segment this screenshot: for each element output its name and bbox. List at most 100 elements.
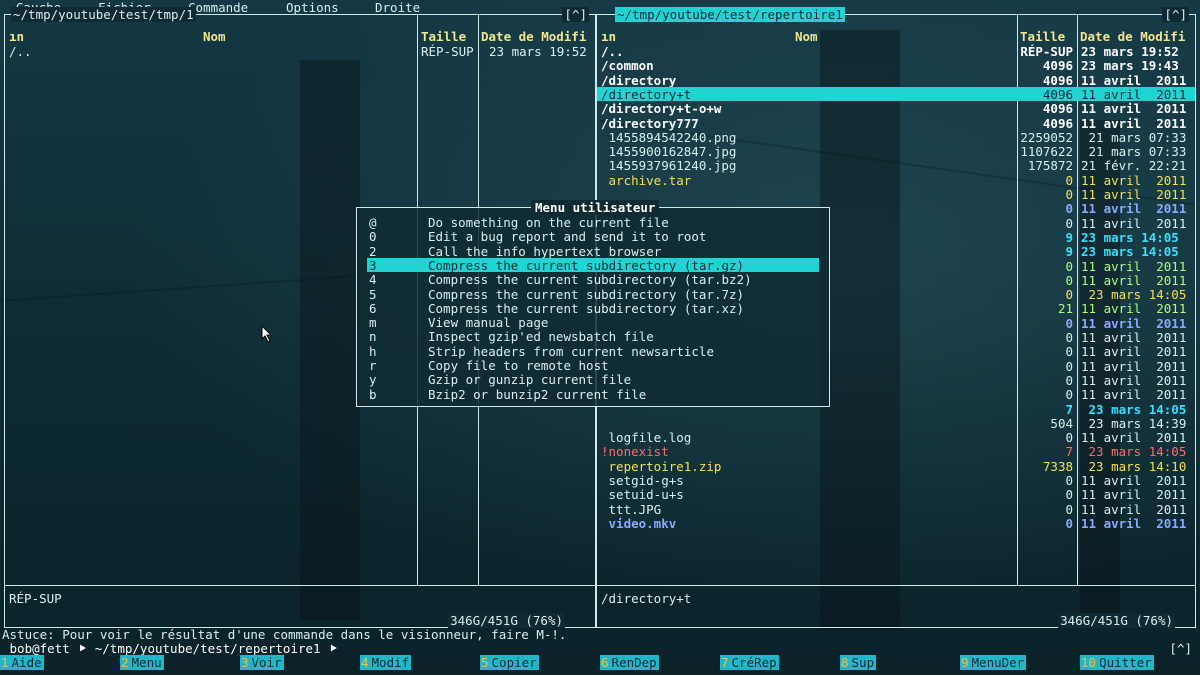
user-menu-item[interactable]: m View manual page xyxy=(367,315,819,330)
right-header-name[interactable]: Nom xyxy=(795,29,818,44)
user-menu-item[interactable]: 2 Call the info hypertext browser xyxy=(367,243,819,259)
file-row[interactable]: /.. RÉP-SUP 23 mars 19:52 xyxy=(5,44,595,59)
user-menu-item[interactable]: b Bzip2 or bunzip2 current file xyxy=(367,386,819,402)
file-date: 11 avril 2011 xyxy=(1081,187,1187,202)
menu-droite[interactable]: Droite xyxy=(375,0,420,15)
file-size: 2259052 xyxy=(1020,129,1073,145)
right-header-sort[interactable]: ın xyxy=(601,29,616,44)
file-name: /directory+t-o+w xyxy=(601,101,722,117)
fkey-label: CréRep xyxy=(729,655,779,670)
file-name: /directory+t xyxy=(601,86,692,102)
file-row[interactable]: 1455937961240.jpg 175872 21 févr. 22:21 xyxy=(597,158,1195,173)
menu-options[interactable]: Options xyxy=(286,0,339,15)
file-size: 1107622 xyxy=(1020,144,1073,160)
file-row[interactable]: ttt.JPG 0 11 avril 2011 xyxy=(597,502,1195,517)
file-row[interactable]: logfile.log 0 11 avril 2011 xyxy=(597,430,1195,446)
user-menu-item[interactable]: r Copy file to remote host xyxy=(367,358,819,373)
left-disk-usage: 346G/451G (76%) xyxy=(448,613,565,628)
fkey-sup[interactable]: 8 Sup xyxy=(840,655,960,671)
file-name: /common xyxy=(601,58,654,74)
fkey-crérep[interactable]: 7 CréRep xyxy=(720,655,840,671)
fkey-label: Sup xyxy=(849,655,877,670)
file-row[interactable]: /directory777 4096 11 avril 2011 xyxy=(597,116,1195,131)
file-size: 7338 xyxy=(1042,458,1073,474)
file-date: 11 avril 2011 xyxy=(1081,372,1187,388)
user-menu-item[interactable]: 5 Compress the current subdirectory (tar.… xyxy=(367,287,819,302)
menu-commande[interactable]: Commande xyxy=(188,0,248,15)
user-menu-item[interactable]: y Gzip or gunzip current file xyxy=(367,372,819,388)
user-menu-hotkey: 2 xyxy=(369,243,377,259)
user-menu-item[interactable]: @ Do something on the current file xyxy=(367,215,819,230)
file-size: 0 xyxy=(1065,172,1073,188)
user-menu-item[interactable]: 6 Compress the current subdirectory (tar.… xyxy=(367,301,819,316)
file-row[interactable]: /directory+t 4096 11 avril 2011 xyxy=(597,86,1195,102)
file-row[interactable]: archive.tar 0 11 avril 2011 xyxy=(597,172,1195,188)
user-menu-hotkey: r xyxy=(369,358,377,373)
fkey-quitter[interactable]: 10 Quitter xyxy=(1080,655,1200,671)
fkey-number: 10 xyxy=(1080,655,1098,670)
user-menu-title: Menu utilisateur xyxy=(531,200,660,215)
user-menu-hotkey: n xyxy=(369,329,377,345)
file-name: !nonexist xyxy=(601,444,669,460)
left-header-sort[interactable]: ın xyxy=(9,29,24,44)
file-row[interactable]: /directory+t-o+w 4096 11 avril 2011 xyxy=(597,101,1195,117)
user-menu-label: Gzip or gunzip current file xyxy=(428,372,632,388)
fkey-menu[interactable]: 2 Menu xyxy=(120,655,240,671)
file-date: 11 avril 2011 xyxy=(1081,344,1187,360)
file-date: 23 mars 14:10 xyxy=(1081,458,1187,474)
left-header-size[interactable]: Taille xyxy=(421,29,466,44)
file-size: 9 xyxy=(1065,229,1073,245)
fkey-menuder[interactable]: 9 MenuDer xyxy=(960,655,1080,671)
right-header-size[interactable]: Taille xyxy=(1020,29,1065,44)
file-row[interactable]: repertoire1.zip 7338 23 mars 14:10 xyxy=(597,458,1195,474)
file-date: 23 mars 19:52 xyxy=(489,44,587,59)
file-date: 23 mars 14:05 xyxy=(1081,244,1179,260)
right-header-date[interactable]: Date de Modifi xyxy=(1080,29,1185,44)
left-panel-corner[interactable]: [^] xyxy=(562,7,589,22)
panel-separator xyxy=(597,585,1195,586)
user-menu-item[interactable]: h Strip headers from current newsarticle xyxy=(367,343,819,359)
user-menu-item[interactable]: 4 Compress the current subdirectory (tar.… xyxy=(367,272,819,287)
fkey-modif[interactable]: 4 Modif xyxy=(360,655,480,671)
user-menu-label: Copy file to remote host xyxy=(428,358,609,373)
file-date: 11 avril 2011 xyxy=(1081,101,1187,117)
file-size: 4096 xyxy=(1042,58,1073,74)
file-row[interactable]: 0 11 avril 2011 xyxy=(597,187,1195,202)
fkey-copier[interactable]: 5 Copier xyxy=(480,655,600,671)
right-panel-corner[interactable]: [^] xyxy=(1162,7,1189,22)
user-menu-dialog[interactable]: Menu utilisateur @ Do something on the cu… xyxy=(356,200,830,407)
user-menu-label: Strip headers from current newsarticle xyxy=(428,343,714,359)
fkey-label: Aide xyxy=(9,655,44,670)
file-row[interactable]: /common 4096 23 mars 19:43 xyxy=(597,58,1195,74)
file-name: video.mkv xyxy=(601,515,677,531)
user-menu-item[interactable]: 3 Compress the current subdirectory (tar.… xyxy=(367,257,819,273)
fkey-aide[interactable]: 1 Aide xyxy=(0,655,120,671)
file-size: 0 xyxy=(1065,187,1073,202)
user-menu-item[interactable]: 0 Edit a bug report and send it to root xyxy=(367,229,819,244)
file-row[interactable]: !nonexist 7 23 mars 14:05 xyxy=(597,444,1195,460)
file-size: 0 xyxy=(1065,387,1073,403)
file-size: 0 xyxy=(1065,358,1073,374)
fkey-number: 1 xyxy=(0,655,10,670)
fkey-label: Modif xyxy=(369,655,412,670)
file-row[interactable]: 1455900162847.jpg 1107622 21 mars 07:33 xyxy=(597,144,1195,160)
file-row[interactable]: video.mkv 0 11 avril 2011 xyxy=(597,515,1195,531)
fkey-label: Voir xyxy=(249,655,284,670)
function-key-bar: 1 Aide 2 Menu 3 Voir 4 Modif 5 Copier 6 RenDep 7 CréR… xyxy=(0,655,1200,675)
user-menu-item[interactable]: n Inspect gzip'ed newsbatch file xyxy=(367,329,819,345)
left-header-name[interactable]: Nom xyxy=(203,29,226,44)
fkey-rendep[interactable]: 6 RenDep xyxy=(600,655,720,671)
fkey-voir[interactable]: 3 Voir xyxy=(240,655,360,671)
file-row[interactable]: /directory 4096 11 avril 2011 xyxy=(597,73,1195,88)
file-row[interactable]: 504 23 mars 14:39 xyxy=(597,416,1195,431)
file-row[interactable]: 1455894542240.png 2259052 21 mars 07:33 xyxy=(597,129,1195,145)
file-row[interactable]: /.. RÉP-SUP 23 mars 19:52 xyxy=(597,44,1195,59)
left-header-date[interactable]: Date de Modifi xyxy=(481,29,586,44)
file-name: logfile.log xyxy=(601,430,692,446)
user-menu-hotkey: b xyxy=(369,386,377,402)
file-row[interactable]: setgid-g+s 0 11 avril 2011 xyxy=(597,473,1195,488)
file-row[interactable]: setuid-u+s 0 11 avril 2011 xyxy=(597,487,1195,502)
file-name: /.. xyxy=(9,44,32,59)
file-size: 0 xyxy=(1065,272,1073,288)
file-date: 21 mars 07:33 xyxy=(1081,129,1187,145)
